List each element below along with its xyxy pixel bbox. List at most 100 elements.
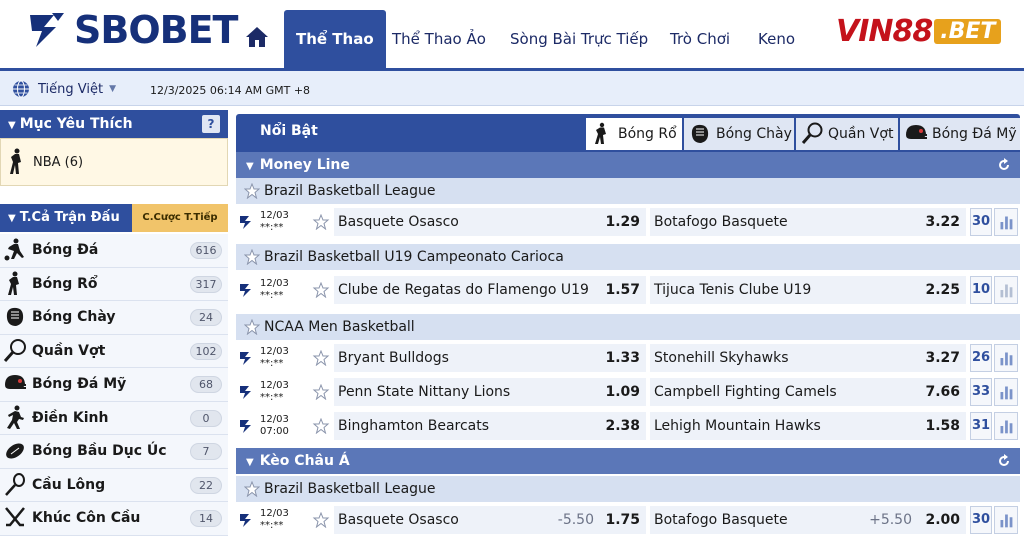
section-header-money-line[interactable]: ▼ Money Line <box>236 152 1020 178</box>
star-icon[interactable] <box>312 350 330 366</box>
sidebar-item-baseball[interactable]: Bóng Chày 24 <box>0 301 228 335</box>
more-bets-button[interactable]: 30 <box>970 208 992 236</box>
more-bets-button[interactable]: 33 <box>970 378 992 406</box>
stats-chart-icon[interactable] <box>994 378 1018 406</box>
promo-text-suffix: .BET <box>934 18 1002 44</box>
collapse-triangle-icon: ▼ <box>8 213 16 224</box>
sbobet-logo[interactable]: SBOBET <box>24 6 238 54</box>
live-stream-icon[interactable] <box>238 282 256 298</box>
logo-text: SBOBET <box>74 8 238 52</box>
sidebar-item-tennis[interactable]: Quần Vợt 102 <box>0 334 228 368</box>
refresh-icon[interactable] <box>996 453 1012 469</box>
sidebar-item-american-football[interactable]: Bóng Đá Mỹ 68 <box>0 368 228 402</box>
tab-all-matches[interactable]: ▼ T.Cả Trận Đấu <box>0 204 132 232</box>
league-header[interactable]: Brazil Basketball U19 Campeonato Carioca <box>236 244 1020 270</box>
section-header-asian-handicap[interactable]: ▼ Kèo Châu Á <box>236 448 1020 474</box>
tab-baseball[interactable]: Bóng Chày <box>684 118 794 150</box>
tab-live-betting[interactable]: C.Cược T.Tiếp <box>132 204 228 232</box>
star-icon[interactable] <box>244 319 260 335</box>
nav-keno[interactable]: Keno <box>746 10 807 68</box>
home-odds-cell[interactable]: Clube de Regatas do Flamengo U19 1.57 <box>334 276 646 304</box>
live-stream-icon[interactable] <box>238 350 256 366</box>
star-icon[interactable] <box>312 418 330 434</box>
tab-american-football[interactable]: Bóng Đá Mỹ <box>900 118 1020 150</box>
home-odds-cell[interactable]: Penn State Nittany Lions 1.09 <box>334 378 646 406</box>
star-icon[interactable] <box>312 384 330 400</box>
more-bets-button[interactable]: 31 <box>970 412 992 440</box>
event-count-badge: 102 <box>190 342 222 360</box>
collapse-triangle-icon: ▼ <box>8 120 16 131</box>
sidebar-item-ice-hockey[interactable]: Khúc Côn Cầu 14 <box>0 502 228 536</box>
home-icon[interactable] <box>244 24 270 50</box>
nav-sports[interactable]: Thể Thao <box>284 10 386 68</box>
home-odds-cell[interactable]: Bryant Bulldogs 1.33 <box>334 344 646 372</box>
language-selector[interactable]: Tiếng Việt ▼ <box>12 80 116 98</box>
favorite-item-nba[interactable]: NBA (6) <box>0 138 228 186</box>
star-icon[interactable] <box>312 214 330 230</box>
tennis-racket-icon <box>801 122 823 144</box>
away-odds-cell[interactable]: Campbell Fighting Camels 7.66 <box>650 378 966 406</box>
away-odds-cell[interactable]: Tijuca Tenis Clube U19 2.25 <box>650 276 966 304</box>
match-date: 12/03 <box>260 210 289 221</box>
sidebar-item-soccer[interactable]: Bóng Đá 616 <box>0 234 228 268</box>
sidebar-item-badminton[interactable]: Cầu Lông 22 <box>0 468 228 502</box>
nav-games[interactable]: Trò Chơi <box>658 10 742 68</box>
top-header: SBOBET Thể Thao Thể Thao Ảo Sòng Bài Trự… <box>0 0 1024 68</box>
stats-chart-icon[interactable] <box>994 412 1018 440</box>
promo-logo[interactable]: VIN88 .BET <box>836 14 1002 49</box>
match-clock: **:** <box>260 392 284 403</box>
match-date: 12/03 <box>260 414 289 425</box>
stats-chart-icon[interactable] <box>994 208 1018 236</box>
league-header[interactable]: NCAA Men Basketball <box>236 314 1020 340</box>
more-bets-button[interactable]: 30 <box>970 506 992 534</box>
home-team: Clube de Regatas do Flamengo U19 <box>338 282 589 298</box>
live-stream-icon[interactable] <box>238 512 256 528</box>
sbobet-logo-mark-icon <box>30 13 64 47</box>
away-odds-cell[interactable]: Botafogo Basquete +5.50 2.00 <box>650 506 966 534</box>
more-bets-button[interactable]: 26 <box>970 344 992 372</box>
away-odds-cell[interactable]: Lehigh Mountain Hawks 1.58 <box>650 412 966 440</box>
sidebar-item-label: Bóng Đá <box>32 242 99 259</box>
live-stream-icon[interactable] <box>238 214 256 230</box>
home-odd: 2.38 <box>605 418 640 434</box>
sidebar-item-aussie-rules[interactable]: Bóng Bầu Dục Úc 7 <box>0 435 228 469</box>
live-stream-icon[interactable] <box>238 418 256 434</box>
home-odds-cell[interactable]: Basquete Osasco 1.29 <box>334 208 646 236</box>
home-odd: 1.09 <box>605 384 640 400</box>
star-icon[interactable] <box>244 249 260 265</box>
away-team: Campbell Fighting Camels <box>654 384 837 400</box>
featured-title: Nổi Bật <box>260 123 318 139</box>
stats-chart-icon[interactable] <box>994 344 1018 372</box>
favorites-header[interactable]: ▼ Mục Yêu Thích ? <box>0 110 228 138</box>
match-row: 12/03 **:** Basquete Osasco 1.29 Botafogo … <box>236 206 1020 238</box>
tab-all-matches-label: T.Cả Trận Đấu <box>19 210 120 225</box>
sidebar-item-athletics[interactable]: Điền Kinh 0 <box>0 401 228 435</box>
home-odds-cell[interactable]: Basquete Osasco -5.50 1.75 <box>334 506 646 534</box>
nav-live-casino[interactable]: Sòng Bài Trực Tiếp <box>498 10 660 68</box>
event-count-badge: 14 <box>190 510 222 527</box>
league-name: Brazil Basketball League <box>264 481 436 497</box>
away-odds-cell[interactable]: Botafogo Basquete 3.22 <box>650 208 966 236</box>
away-odd: 3.22 <box>925 214 960 230</box>
tab-tennis[interactable]: Quần Vợt <box>796 118 898 150</box>
live-stream-icon[interactable] <box>238 384 256 400</box>
refresh-icon[interactable] <box>996 157 1012 173</box>
stats-chart-icon[interactable] <box>994 506 1018 534</box>
nav-virtual-sports[interactable]: Thể Thao Ảo <box>380 10 498 68</box>
league-header[interactable]: Brazil Basketball League <box>236 476 1020 502</box>
home-odd: 1.75 <box>605 512 640 528</box>
away-odds-cell[interactable]: Stonehill Skyhawks 3.27 <box>650 344 966 372</box>
league-header[interactable]: Brazil Basketball League <box>236 178 1020 204</box>
help-icon[interactable]: ? <box>202 115 220 133</box>
stats-chart-icon[interactable] <box>994 276 1018 304</box>
home-odds-cell[interactable]: Binghamton Bearcats 2.38 <box>334 412 646 440</box>
star-icon[interactable] <box>244 183 260 199</box>
sidebar-item-basketball[interactable]: Bóng Rổ 317 <box>0 267 228 301</box>
match-date: 12/03 <box>260 380 289 391</box>
star-icon[interactable] <box>312 282 330 298</box>
match-time: 12/03 **:** <box>260 506 314 534</box>
star-icon[interactable] <box>312 512 330 528</box>
more-bets-button[interactable]: 10 <box>970 276 992 304</box>
tab-basketball[interactable]: Bóng Rổ <box>586 118 682 150</box>
star-icon[interactable] <box>244 481 260 497</box>
